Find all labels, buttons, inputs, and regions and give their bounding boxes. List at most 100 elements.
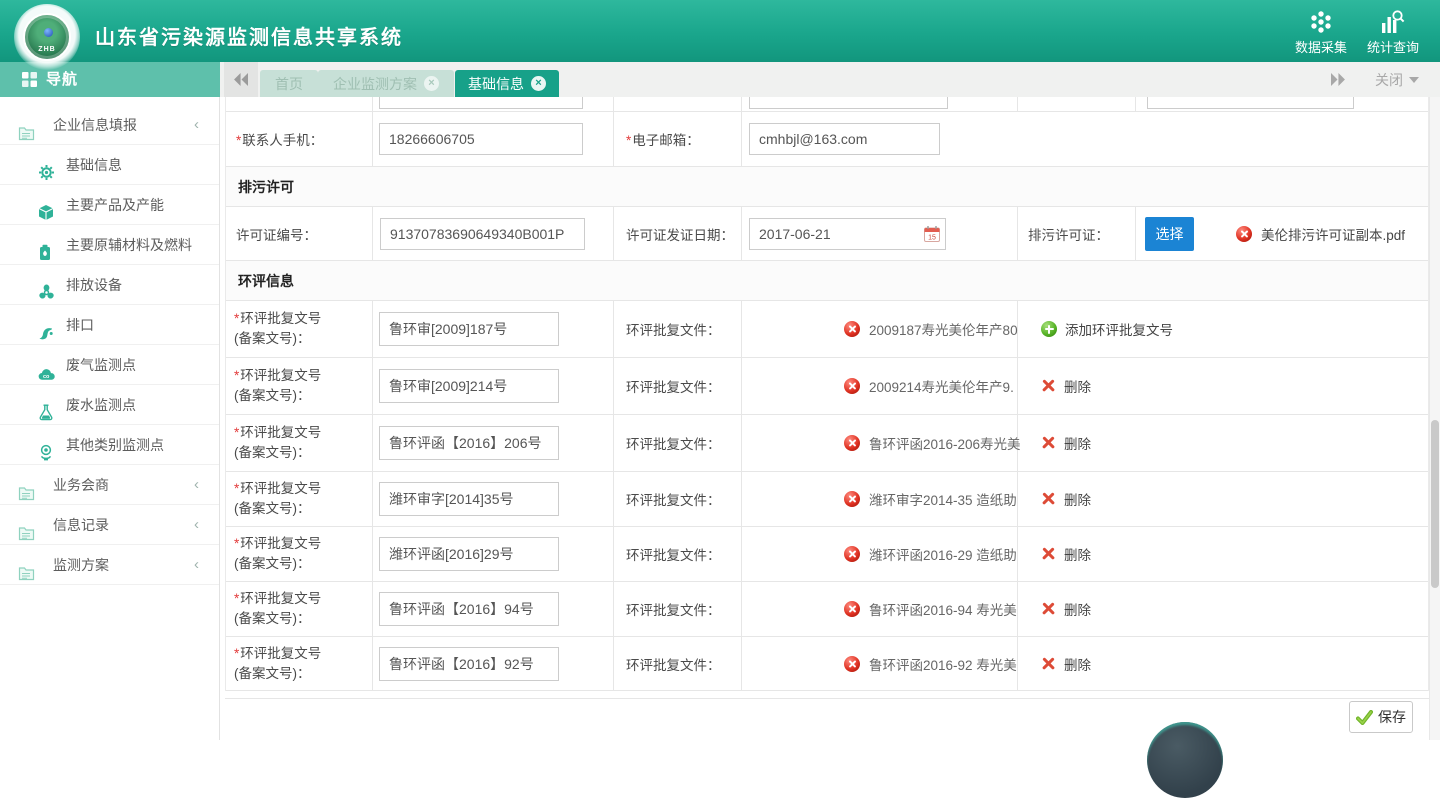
delete-eia-row-button[interactable]: 删除	[1041, 582, 1091, 636]
stats-search-icon	[1380, 9, 1406, 35]
sidebar-item-emission-equipment[interactable]: 排放设备	[0, 265, 219, 305]
clipped-input-2[interactable]	[749, 97, 948, 109]
folder-icon	[18, 556, 35, 596]
tab-home[interactable]: 首页	[260, 70, 318, 97]
license-no-label: 许可证编号：	[226, 224, 317, 244]
eia-doc-input[interactable]	[379, 482, 559, 516]
close-menu-label: 关闭	[1375, 70, 1403, 90]
permit-file-entry: 美伦排污许可证副本.pdf	[1236, 207, 1405, 260]
eia-doc-input[interactable]	[379, 647, 559, 681]
eia-doc-input[interactable]	[379, 369, 559, 403]
eia-file-label: 环评批复文件：	[614, 599, 721, 619]
issue-date-label: 许可证发证日期：	[614, 224, 734, 244]
delete-eia-row-button[interactable]: 删除	[1041, 637, 1091, 690]
remove-file-icon[interactable]	[844, 656, 860, 672]
stats-query-button[interactable]: 统计查询	[1358, 9, 1428, 56]
delete-icon	[1041, 547, 1056, 562]
sidebar-item-other-monitoring[interactable]: 其他类别监测点	[0, 425, 219, 465]
sidebar-item-business-consult[interactable]: 业务会商 ‹	[0, 465, 219, 505]
sidebar-item-materials-fuel[interactable]: 主要原辅材料及燃料	[0, 225, 219, 265]
eia-doc-label: *环评批复文号(备案文号)：	[226, 366, 321, 406]
sidebar-item-outlet[interactable]: 排口	[0, 305, 219, 345]
clipped-input-3[interactable]	[1147, 97, 1354, 109]
tab-enterprise-plan[interactable]: 企业监测方案 ×	[318, 70, 454, 97]
eia-file-label: 环评批复文件：	[614, 654, 721, 674]
vertical-scrollbar[interactable]	[1429, 97, 1440, 740]
eia-file-name[interactable]: 鲁环评函2016-206寿光美	[869, 433, 1021, 453]
floating-widget[interactable]	[1147, 722, 1223, 798]
remove-file-icon[interactable]	[844, 546, 860, 562]
scrollbar-thumb[interactable]	[1431, 420, 1439, 588]
sidebar-nav: 企业信息填报 ‹ 基础信息 主要产品及产能 主要原辅材料及燃料 排放设备 排口 …	[0, 97, 220, 740]
sidebar-item-basic-info[interactable]: 基础信息	[0, 145, 219, 185]
remove-file-icon[interactable]	[844, 491, 860, 507]
eia-file-label: 环评批复文件：	[614, 376, 721, 396]
permit-file-name[interactable]: 美伦排污许可证副本.pdf	[1261, 224, 1405, 244]
sidebar-item-water-monitoring[interactable]: 废水监测点	[0, 385, 219, 425]
choose-file-button[interactable]: 选择	[1145, 217, 1194, 251]
svg-text:15: 15	[928, 235, 936, 242]
delete-eia-row-button[interactable]: 删除	[1041, 472, 1091, 526]
eia-section-header: 环评信息	[226, 261, 1428, 301]
delete-icon	[1041, 436, 1056, 451]
eia-row-7: *环评批复文号(备案文号)： 环评批复文件： 鲁环评函2016-92 寿光美 删…	[226, 637, 1428, 691]
eia-doc-label: *环评批复文号(备案文号)：	[226, 644, 321, 684]
delete-icon	[1041, 379, 1056, 394]
eia-doc-input[interactable]	[379, 592, 559, 626]
double-chevron-left-icon	[234, 73, 249, 86]
eia-file-name[interactable]: 潍环审字2014-35 造纸助	[869, 489, 1017, 509]
tab-home-label: 首页	[275, 74, 303, 94]
tab-basic-close-icon[interactable]: ×	[531, 76, 546, 91]
sidebar-item-products[interactable]: 主要产品及产能	[0, 185, 219, 225]
eia-doc-label: *环评批复文号(备案文号)：	[226, 423, 321, 463]
eia-doc-input[interactable]	[379, 312, 559, 346]
permit-row: 许可证编号： 许可证发证日期： 排污许可证： 15 选择 美伦排污许可证副本.p…	[226, 207, 1428, 261]
permit-section-title: 排污许可	[226, 167, 1428, 207]
chevron-left-icon: ‹	[194, 505, 199, 545]
delete-eia-row-button[interactable]: 删除	[1041, 527, 1091, 581]
eia-file-entry: 2009187寿光美伦年产80	[844, 301, 1018, 357]
tabs-scroll-right-button[interactable]	[1320, 62, 1354, 97]
calendar-icon[interactable]: 15	[923, 225, 941, 248]
tab-plan-close-icon[interactable]: ×	[424, 76, 439, 91]
eia-row-1: *环评批复文号(备案文号)： 环评批复文件： 2009187寿光美伦年产80 添…	[226, 301, 1428, 358]
remove-file-icon[interactable]	[844, 378, 860, 394]
tabs-scroll-left-button[interactable]	[224, 62, 258, 97]
remove-file-icon[interactable]	[844, 435, 860, 451]
delete-eia-row-button[interactable]: 删除	[1041, 358, 1091, 414]
data-collect-button[interactable]: 数据采集	[1286, 9, 1356, 56]
remove-file-icon[interactable]	[844, 321, 860, 337]
sidebar-item-info-records[interactable]: 信息记录 ‹	[0, 505, 219, 545]
eia-file-name[interactable]: 鲁环评函2016-94 寿光美	[869, 599, 1017, 619]
sidebar-item-gas-monitoring[interactable]: co 废气监测点	[0, 345, 219, 385]
close-tabs-menu[interactable]: 关闭	[1375, 62, 1419, 97]
eia-file-name[interactable]: 2009187寿光美伦年产80	[869, 319, 1018, 339]
eia-section-title: 环评信息	[226, 261, 1428, 301]
basic-info-form: *联系人手机： *电子邮箱： 排污许可 许可证编号： 许可证发证日期： 排污许可…	[225, 97, 1429, 691]
issue-date-input[interactable]	[749, 218, 946, 250]
sidebar-item-enterprise-info[interactable]: 企业信息填报 ‹	[0, 105, 219, 145]
eia-file-name[interactable]: 潍环评函2016-29 造纸助	[869, 544, 1017, 564]
remove-file-icon[interactable]	[1236, 226, 1252, 242]
tab-basic-label: 基础信息	[468, 74, 524, 94]
add-eia-row-button[interactable]: 添加环评批复文号	[1041, 301, 1173, 357]
app-logo: ZHB	[14, 4, 80, 70]
tab-basic-info[interactable]: 基础信息 ×	[455, 70, 559, 97]
sidebar-item-monitoring-plan[interactable]: 监测方案 ‹	[0, 545, 219, 585]
eia-doc-input[interactable]	[379, 537, 559, 571]
email-input[interactable]	[749, 123, 940, 155]
phone-input[interactable]	[379, 123, 583, 155]
license-no-input[interactable]	[380, 218, 585, 250]
delete-eia-row-button[interactable]: 删除	[1041, 415, 1091, 471]
data-collect-label: 数据采集	[1286, 37, 1356, 56]
clipped-input-1[interactable]	[379, 97, 583, 109]
eia-row-3: *环评批复文号(备案文号)： 环评批复文件： 鲁环评函2016-206寿光美 删…	[226, 415, 1428, 472]
eia-doc-input[interactable]	[379, 426, 559, 460]
eia-file-name[interactable]: 2009214寿光美伦年产9.	[869, 376, 1014, 396]
app-header: 山东省污染源监测信息共享系统 数据采集 统计查询	[0, 0, 1440, 62]
eia-file-name[interactable]: 鲁环评函2016-92 寿光美	[869, 654, 1017, 674]
remove-file-icon[interactable]	[844, 601, 860, 617]
save-button[interactable]: 保存	[1349, 701, 1413, 733]
eia-file-entry: 潍环审字2014-35 造纸助	[844, 472, 1017, 526]
eia-doc-label: *环评批复文号(备案文号)：	[226, 589, 321, 629]
